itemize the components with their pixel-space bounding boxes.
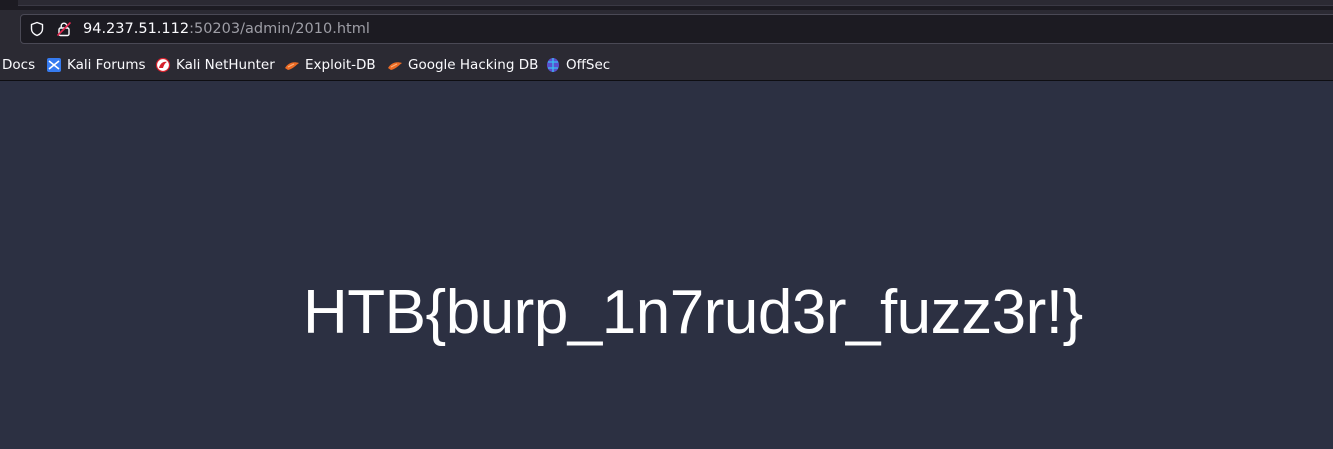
bookmarks-toolbar: Docs Kali Forums Kali NetHunter Exploit-… [0, 48, 1333, 81]
url-path: :50203/admin/2010.html [189, 21, 370, 37]
bookmark-label: Kali NetHunter [176, 57, 275, 73]
bookmark-label: OffSec [566, 57, 611, 73]
navigation-toolbar: 94.237.51.112:50203/admin/2010.html [0, 10, 1333, 48]
active-tab-edge [18, 0, 1333, 6]
insecure-lock-icon[interactable] [56, 21, 72, 37]
address-bar[interactable]: 94.237.51.112:50203/admin/2010.html [20, 14, 1333, 44]
bookmark-kali-forums[interactable]: Kali Forums [46, 56, 146, 74]
bookmark-label: Docs [2, 57, 36, 73]
bookmark-label: Exploit-DB [305, 57, 376, 73]
bookmark-label: Google Hacking DB [408, 57, 539, 73]
tab-strip [0, 0, 1333, 10]
exploit-db-icon [285, 62, 299, 70]
page-content: HTB{burp_1n7rud3r_fuzz3r!} [0, 81, 1333, 449]
url-host: 94.237.51.112 [83, 21, 190, 37]
kali-forums-icon [47, 58, 61, 72]
ghdb-icon [388, 62, 402, 70]
bookmark-docs[interactable]: Docs [2, 56, 35, 74]
shield-icon[interactable] [29, 21, 45, 37]
flag-text: HTB{burp_1n7rud3r_fuzz3r!} [303, 278, 1083, 347]
url-text[interactable]: 94.237.51.112:50203/admin/2010.html [83, 20, 370, 38]
nethunter-icon [155, 57, 171, 73]
bookmark-label: Kali Forums [67, 57, 146, 73]
bookmark-kali-nethunter[interactable]: Kali NetHunter [155, 56, 275, 74]
bookmark-exploit-db[interactable]: Exploit-DB [284, 56, 376, 74]
offsec-icon [547, 58, 559, 72]
bookmark-google-hacking-db[interactable]: Google Hacking DB [387, 56, 538, 74]
bookmark-offsec[interactable]: OffSec [545, 56, 610, 74]
